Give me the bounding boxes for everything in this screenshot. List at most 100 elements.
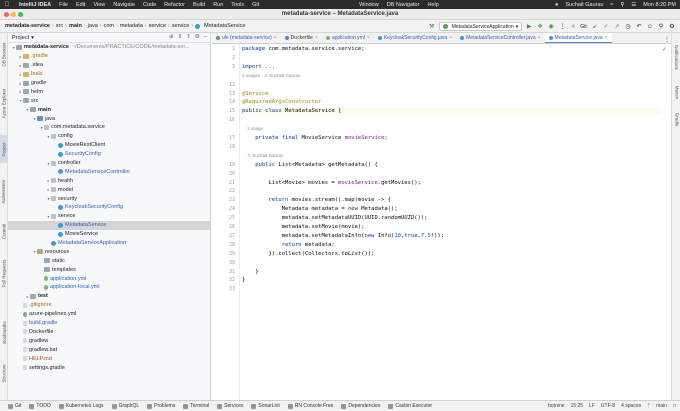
breadcrumb-com[interactable]: com [102, 23, 116, 29]
line-separator[interactable]: LF [589, 403, 595, 409]
tree-item[interactable]: ▸ health [8, 176, 210, 185]
wifi-icon[interactable]: ≈ [610, 2, 613, 8]
hide-icon[interactable]: − [204, 34, 207, 40]
more-run-options-icon[interactable]: ⋮ [558, 23, 566, 31]
bottom-tool-tab[interactable]: Services [217, 403, 243, 409]
debug-icon[interactable]: ❖ [536, 23, 544, 31]
menu-git[interactable]: Git [252, 2, 259, 8]
more-tabs-icon[interactable]: ⋮ [663, 35, 671, 43]
settings-icon[interactable]: ⚙ [668, 23, 676, 31]
tree-item[interactable]: MetadataService [8, 220, 210, 230]
tree-item[interactable]: ▸ .gradle [8, 52, 210, 61]
menu-code[interactable]: Code [143, 2, 156, 8]
tree-item[interactable]: templates [8, 265, 210, 274]
tree-item[interactable]: ▾ java [8, 114, 210, 123]
bottom-tool-tab[interactable]: RN Console Free [287, 403, 333, 409]
tree-item[interactable]: ▾ service [8, 212, 210, 221]
editor-tab[interactable]: application.yml × [322, 33, 374, 43]
code-line[interactable]: private final MovieService movieService; [242, 135, 387, 141]
bottom-tool-tab[interactable]: Terminal [183, 403, 209, 409]
menu-help[interactable]: Help [427, 2, 438, 8]
tree-item[interactable]: ▾ src [8, 96, 210, 105]
tree-item[interactable]: ▸ build [8, 70, 210, 79]
tree-item[interactable]: ▸ test [8, 292, 210, 301]
caret-position[interactable]: 15:25 [571, 403, 584, 409]
gear-icon[interactable]: ⚙ [195, 34, 200, 40]
bottom-tool-tab[interactable]: Casbin Executor [388, 403, 432, 409]
tree-item[interactable]: ▾ resources [8, 247, 210, 256]
run-configuration-dropdown[interactable]: MetadataServiceApplication ▾ [438, 22, 523, 31]
status-notice[interactable]: botnine [548, 403, 564, 409]
tree-item[interactable]: azure-pipelines.yml [8, 310, 210, 319]
menubar-clock[interactable]: Mon 8:20 PM [643, 2, 676, 8]
tree-item[interactable]: HELP.md [8, 354, 210, 363]
menu-file[interactable]: File [59, 2, 68, 8]
tree-item[interactable]: gradlew [8, 336, 210, 345]
bottom-tool-tab[interactable]: Kubernetes Logs [58, 403, 104, 409]
search-everywhere-icon[interactable]: ⚲ [657, 23, 665, 31]
breadcrumb-main[interactable]: main [67, 23, 84, 29]
close-tab-icon[interactable]: × [449, 35, 452, 41]
build-hammer-icon[interactable]: ⚒ [428, 23, 436, 31]
git-commit-icon[interactable]: ✓ [602, 23, 610, 31]
bottom-tool-tab[interactable]: Dependencies [341, 403, 380, 409]
tree-item[interactable]: build.gradle [8, 319, 210, 328]
code-line[interactable]: }).collect(Collectors.toList()); [242, 251, 374, 257]
rollback-icon[interactable]: ↶ [635, 23, 643, 31]
editor-tab[interactable]: MetadataServiceController.java × [456, 33, 544, 43]
editor-tab[interactable]: Dockerfile × [281, 33, 322, 43]
code-line[interactable]: metadata.setMetadataUUID(UUID.randomUUID… [242, 215, 428, 221]
tree-item[interactable]: ▸ model [8, 185, 210, 194]
apple-icon[interactable]:  [3, 2, 11, 8]
tool-tab-db-browser[interactable]: DB Browser [0, 37, 8, 71]
tree-item[interactable]: SecurityConfig [8, 150, 210, 159]
line-number-gutter[interactable]: 1 2 3 12 13 14 15 16 17 18 19 20 21 22 23 24 25 26 27 28 29 3… [212, 44, 240, 400]
editor-tab[interactable]: MetadataService.java × [544, 33, 612, 43]
stop-icon[interactable]: ■ [569, 23, 577, 31]
tool-tab-project[interactable]: Project [0, 135, 8, 163]
code-line[interactable]: public class MetadataService { [242, 108, 662, 115]
menu-refactor[interactable]: Refactor [164, 2, 185, 8]
git-update-icon[interactable]: ↙ [591, 23, 599, 31]
editor-tab[interactable]: ule (metadata-service) × [212, 33, 281, 43]
close-tab-icon[interactable]: × [367, 35, 370, 41]
tool-tab-kubernetes[interactable]: Kubernetes [0, 171, 8, 211]
lock-icon[interactable]: □ [673, 403, 676, 409]
inlay-hint[interactable]: 1 usage [242, 126, 263, 131]
tool-tab-notifications[interactable]: Notifications [672, 37, 680, 77]
coverage-icon[interactable]: ◉ [547, 23, 555, 31]
code-line[interactable]: return metadata; [242, 242, 335, 248]
chevron-down-icon[interactable]: ▾ [31, 35, 34, 41]
tree-item[interactable]: MovieRestClient [8, 141, 210, 150]
tree-item[interactable]: .gitignore [8, 301, 210, 310]
tree-item[interactable]: ▾ metadata-service ~/Documents/PRACTICE/CO… [8, 43, 210, 52]
code-line[interactable]: public List<Metadata> getMetadata() { [242, 162, 378, 168]
expand-all-icon[interactable]: ⇕ [178, 34, 183, 40]
menu-navigate[interactable]: Navigate [113, 2, 135, 8]
inlay-hint[interactable]: 3 usages ♙ Suchait Gaurav [242, 73, 300, 79]
menu-app-name[interactable]: IntelliJ IDEA [19, 2, 51, 8]
tree-item[interactable]: ▾ security [8, 194, 210, 203]
file-encoding[interactable]: UTF-8 [601, 403, 615, 409]
tool-tab-structure[interactable]: Structure [0, 355, 8, 391]
close-tab-icon[interactable]: × [315, 35, 318, 41]
tool-tab-azure-explorer[interactable]: Azure Explorer [0, 75, 8, 131]
bottom-tool-tab[interactable]: Problems [147, 403, 175, 409]
tree-item[interactable]: ▸ .idea [8, 61, 210, 70]
control-center-icon[interactable]: ☰ [631, 2, 636, 8]
breadcrumb-class[interactable]: MetadataService [202, 23, 247, 29]
breadcrumb-service-pkg[interactable]: service [170, 23, 191, 29]
close-tab-icon[interactable]: × [274, 35, 277, 41]
tree-item[interactable]: static [8, 256, 210, 265]
tree-item[interactable]: Dockerfile [8, 328, 210, 337]
breadcrumb-metadata[interactable]: metadata [118, 23, 145, 29]
menu-run[interactable]: Run [213, 2, 223, 8]
menu-view[interactable]: View [93, 2, 105, 8]
select-opened-file-icon[interactable]: ⊕ [169, 34, 174, 40]
code-line[interactable]: package com.metadata.service.service; [242, 46, 365, 52]
breadcrumb-service[interactable]: service [147, 23, 168, 29]
code-line[interactable]: @RequiredArgsConstructor [242, 99, 321, 105]
code-line[interactable]: List<Movie> movies = movieService.getMov… [242, 180, 420, 186]
menu-db-navigator[interactable]: DB Navigator [387, 2, 420, 8]
tree-item[interactable]: settings.gradle [8, 363, 210, 372]
